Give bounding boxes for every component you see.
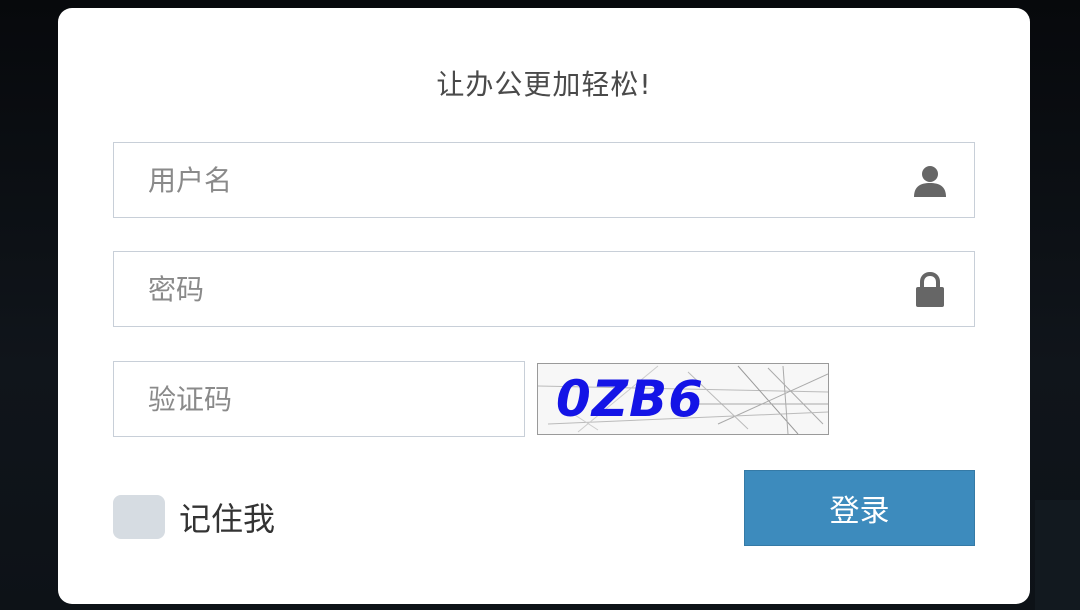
captcha-image[interactable]: 0ZB6 [537,363,829,435]
captcha-input[interactable] [114,362,524,436]
login-button[interactable]: 登录 [744,470,975,546]
password-input[interactable] [114,252,974,326]
captcha-field-wrapper [113,361,525,437]
captcha-text: 0ZB6 [556,370,704,428]
remember-checkbox-box[interactable] [113,495,165,539]
username-field-wrapper [113,142,975,218]
password-field-wrapper [113,251,975,327]
user-icon [914,166,946,197]
login-card: 让办公更加轻松! 0ZB6 [58,8,1030,604]
remember-me-label: 记住我 [179,500,276,538]
lock-icon [916,271,944,307]
login-title: 让办公更加轻松! [436,68,652,101]
remember-me-checkbox[interactable]: 记住我 [113,494,275,540]
username-input[interactable] [114,143,974,217]
